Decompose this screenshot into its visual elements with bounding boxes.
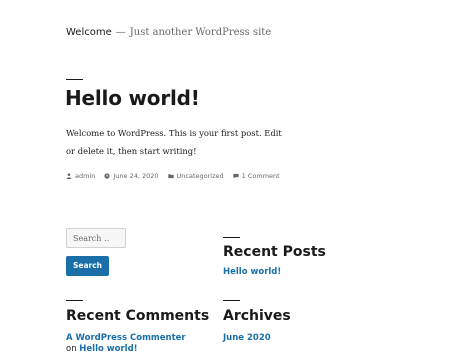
post-date[interactable]: June 24, 2020: [104, 172, 159, 180]
recent-post-link[interactable]: Hello world!: [223, 267, 281, 277]
post-meta: admin June 24, 2020 Uncategorized 1 Comm…: [66, 172, 289, 180]
post-content: Welcome to WordPress. This is your first…: [66, 128, 282, 156]
title-separator: —: [115, 27, 126, 38]
comment-author-link[interactable]: A WordPress Commenter: [66, 333, 186, 343]
recent-posts-title: Recent Posts: [223, 244, 326, 260]
site-header: Welcome — Just another WordPress site: [66, 20, 271, 39]
user-icon: [66, 173, 72, 179]
recent-comment-item: on Hello world!: [66, 344, 138, 354]
post-divider: [66, 79, 83, 80]
post-comments[interactable]: 1 Comment: [233, 172, 280, 180]
archives-divider: [223, 300, 240, 301]
recent-posts-divider: [223, 237, 240, 238]
search-input[interactable]: [66, 228, 126, 248]
archives-title: Archives: [223, 308, 291, 324]
comment-icon: [233, 173, 239, 179]
recent-comments-divider: [66, 300, 83, 301]
post-category[interactable]: Uncategorized: [167, 172, 224, 180]
comment-on-text: on: [66, 344, 77, 354]
post-date-label: June 24, 2020: [113, 172, 159, 180]
comment-post-link[interactable]: Hello world!: [79, 344, 137, 354]
post-comments-label: 1 Comment: [241, 172, 280, 180]
post-title[interactable]: Hello world!: [65, 86, 200, 110]
post-author[interactable]: admin: [66, 172, 95, 180]
site-description: Just another WordPress site: [129, 27, 272, 38]
search-button[interactable]: Search: [66, 256, 109, 276]
recent-comments-title: Recent Comments: [66, 308, 210, 324]
post-category-label: Uncategorized: [176, 172, 224, 180]
post-author-label: admin: [75, 172, 96, 180]
archive-link[interactable]: June 2020: [223, 333, 271, 343]
folder-icon: [167, 174, 174, 179]
site-title[interactable]: Welcome: [66, 27, 112, 38]
clock-icon: [104, 173, 110, 179]
